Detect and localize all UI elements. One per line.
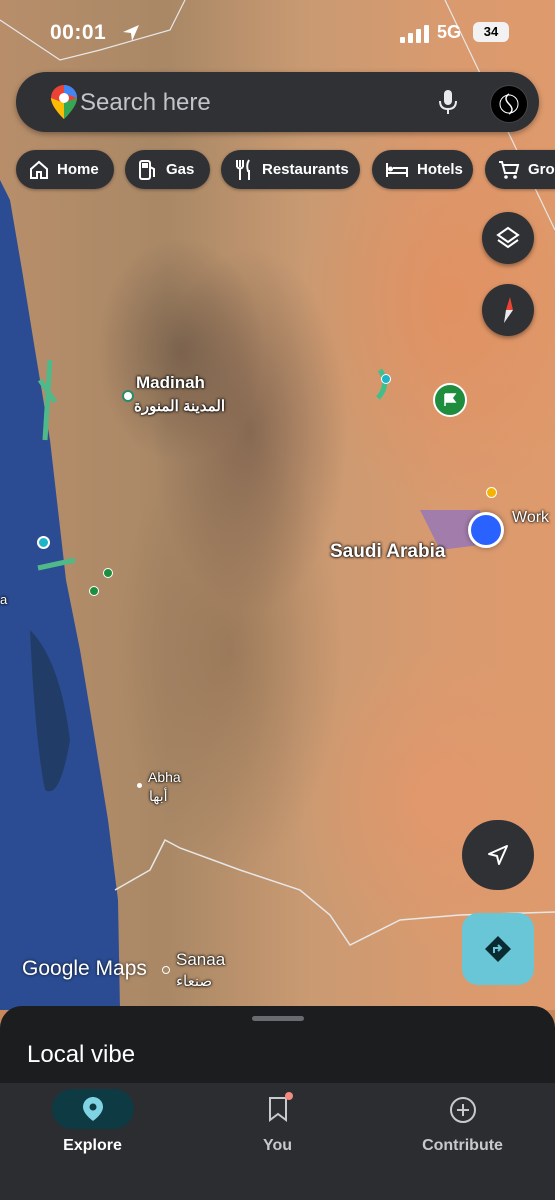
add-circle-icon [449,1097,476,1123]
bottom-navigation: Explore You Contribute [0,1083,555,1200]
search-bar[interactable] [16,72,539,134]
microphone-icon[interactable] [434,88,462,116]
network-type: 5G [437,22,462,42]
nav-explore[interactable]: Explore [0,1083,185,1200]
compass-icon [504,297,513,323]
fork-knife-icon [234,158,254,181]
chip-restaurants[interactable]: Restaurants [221,150,360,189]
status-bar: 00:01 5G 34 [0,0,555,66]
sanaa-label: Sanaa [176,950,226,969]
chip-label: Restaurants [262,161,349,178]
chip-groceries[interactable]: Gro [485,150,555,189]
chip-label: Gas [166,161,195,178]
avatar[interactable] [490,85,528,123]
current-location-dot [468,512,504,548]
nav-you[interactable]: You [185,1083,370,1200]
chip-home[interactable]: Home [16,150,114,189]
edge-label: a [0,592,8,607]
madinah-dot [122,390,134,402]
nav-you-label: You [262,1137,293,1154]
place-dot[interactable] [37,536,50,549]
compass-button[interactable] [482,284,534,336]
status-time: 00:01 [50,21,107,44]
gas-station-icon [138,159,158,181]
google-maps-pin-icon [51,85,77,119]
bed-icon [385,161,409,179]
place-dot[interactable] [486,487,497,498]
flag-pin-icon[interactable] [433,383,467,417]
place-dot[interactable] [381,374,391,384]
madinah-arabic-label: المدينة المنورة [134,398,225,415]
chip-label: Home [57,161,99,178]
navigation-arrow-icon [488,845,508,865]
battery-icon: 34 [473,22,509,42]
bookmark-icon [268,1097,287,1122]
location-pin-icon [82,1097,103,1121]
chip-gas[interactable]: Gas [125,150,210,189]
home-icon [29,160,49,180]
chip-label: Gro [528,161,555,178]
country-label: Saudi Arabia [330,541,446,562]
nav-contribute-label: Contribute [422,1137,503,1154]
chip-label: Hotels [417,161,463,178]
directions-icon [485,936,511,962]
signal-icon [400,25,429,43]
google-maps-watermark: Google Maps [22,957,147,980]
madinah-label: Madinah [136,373,205,392]
abha-arabic-label: أبها [149,788,168,804]
place-dot[interactable] [103,568,113,578]
directions-button[interactable] [462,913,534,985]
nav-explore-label: Explore [63,1137,122,1154]
sheet-title: Local vibe [27,1041,136,1068]
abha-dot [137,783,142,788]
sanaa-arabic-label: صنعاء [176,973,213,990]
sheet-drag-handle[interactable] [252,1016,304,1021]
abha-label: Abha [148,769,181,785]
bottom-sheet[interactable]: Local vibe [0,1006,555,1086]
chip-hotels[interactable]: Hotels [372,150,473,189]
place-dot[interactable] [89,586,99,596]
work-label[interactable]: Work [512,509,549,527]
layers-icon [496,226,520,249]
notification-dot [285,1092,293,1100]
layers-button[interactable] [482,212,534,264]
nav-contribute[interactable]: Contribute [370,1083,555,1200]
sanaa-dot [162,966,170,974]
search-input[interactable] [78,72,422,134]
cart-icon [498,160,520,180]
location-services-icon [123,25,139,41]
my-location-button[interactable] [462,820,534,890]
